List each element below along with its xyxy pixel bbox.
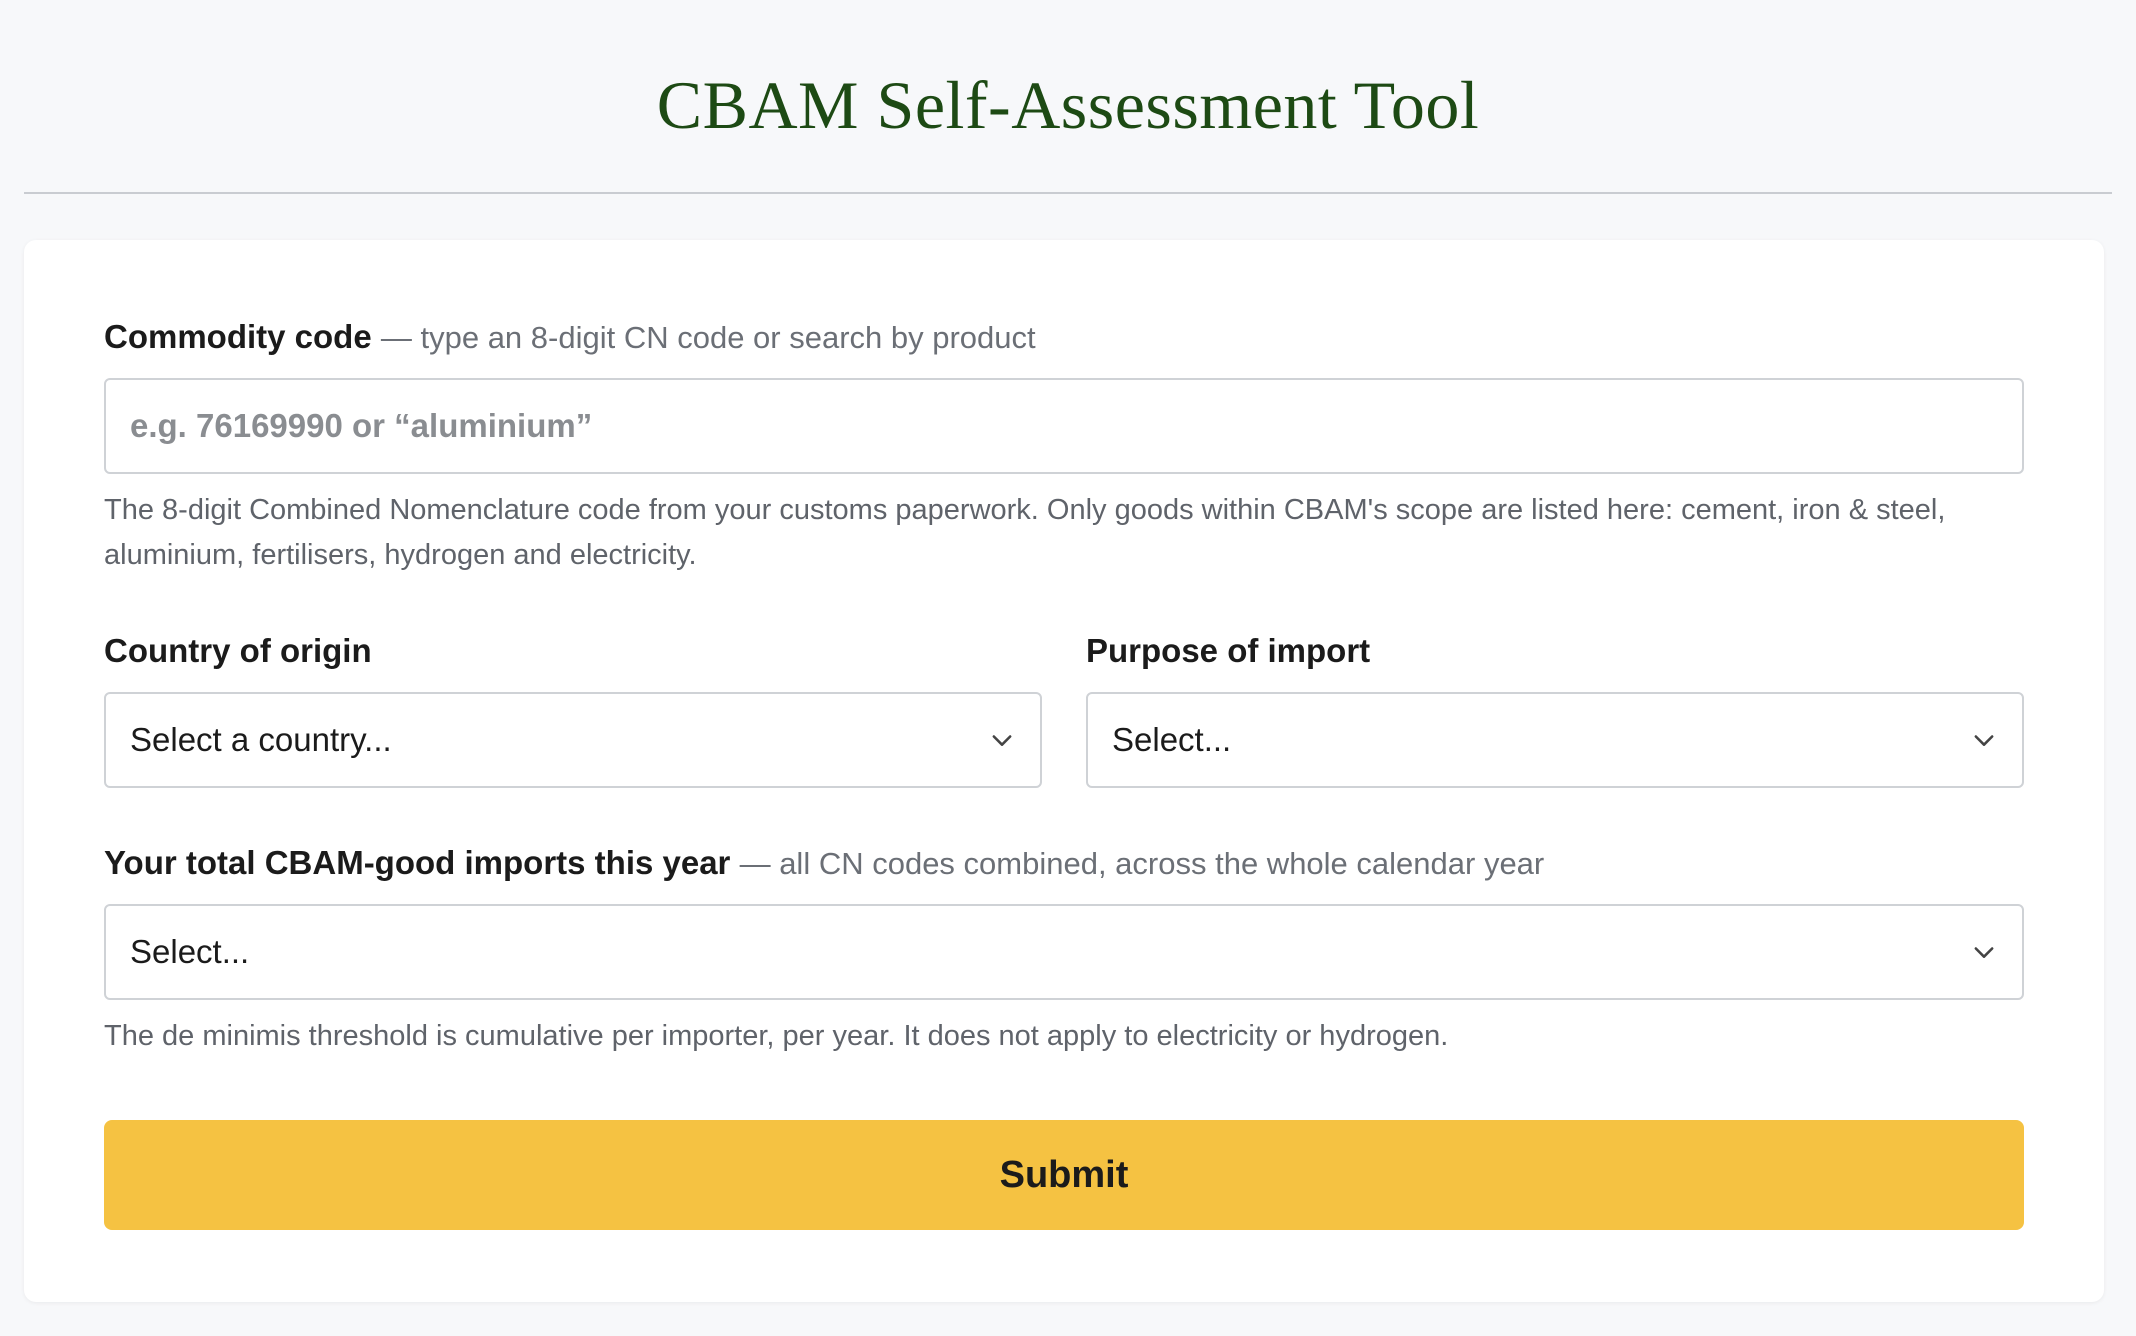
page-header: CBAM Self-Assessment Tool xyxy=(24,0,2112,194)
purpose-of-import-value: Select... xyxy=(1112,721,1232,758)
chevron-down-icon xyxy=(1974,947,1994,958)
page-title: CBAM Self-Assessment Tool xyxy=(656,67,1480,143)
country-of-origin-value: Select a country... xyxy=(130,721,392,758)
country-of-origin-select[interactable]: Select a country... xyxy=(104,692,1042,788)
assessment-form-card: Commodity code — type an 8-digit CN code… xyxy=(24,240,2104,1302)
commodity-code-hint: — type an 8-digit CN code or search by p… xyxy=(380,320,1036,355)
commodity-code-help: The 8-digit Combined Nomenclature code f… xyxy=(104,494,1946,571)
purpose-of-import-select[interactable]: Select... xyxy=(1086,692,2024,788)
total-imports-hint: — all CN codes combined, across the whol… xyxy=(739,846,1545,881)
chevron-down-icon xyxy=(1974,735,1994,746)
total-imports-help: The de minimis threshold is cumulative p… xyxy=(104,1020,1449,1052)
commodity-code-label: Commodity code — type an 8-digit CN code… xyxy=(104,318,1036,356)
total-imports-select[interactable]: Select... xyxy=(104,904,2024,1000)
total-imports-label-text: Your total CBAM-good imports this year xyxy=(104,844,731,881)
commodity-code-input[interactable] xyxy=(104,378,2024,474)
total-imports-label: Your total CBAM-good imports this year —… xyxy=(104,844,1544,882)
chevron-down-icon xyxy=(992,735,1012,746)
purpose-of-import-label: Purpose of import xyxy=(1086,632,1371,669)
commodity-code-label-text: Commodity code xyxy=(104,318,372,355)
submit-button[interactable]: Submit xyxy=(104,1120,2024,1230)
country-of-origin-label: Country of origin xyxy=(104,632,372,669)
total-imports-value: Select... xyxy=(130,933,250,970)
